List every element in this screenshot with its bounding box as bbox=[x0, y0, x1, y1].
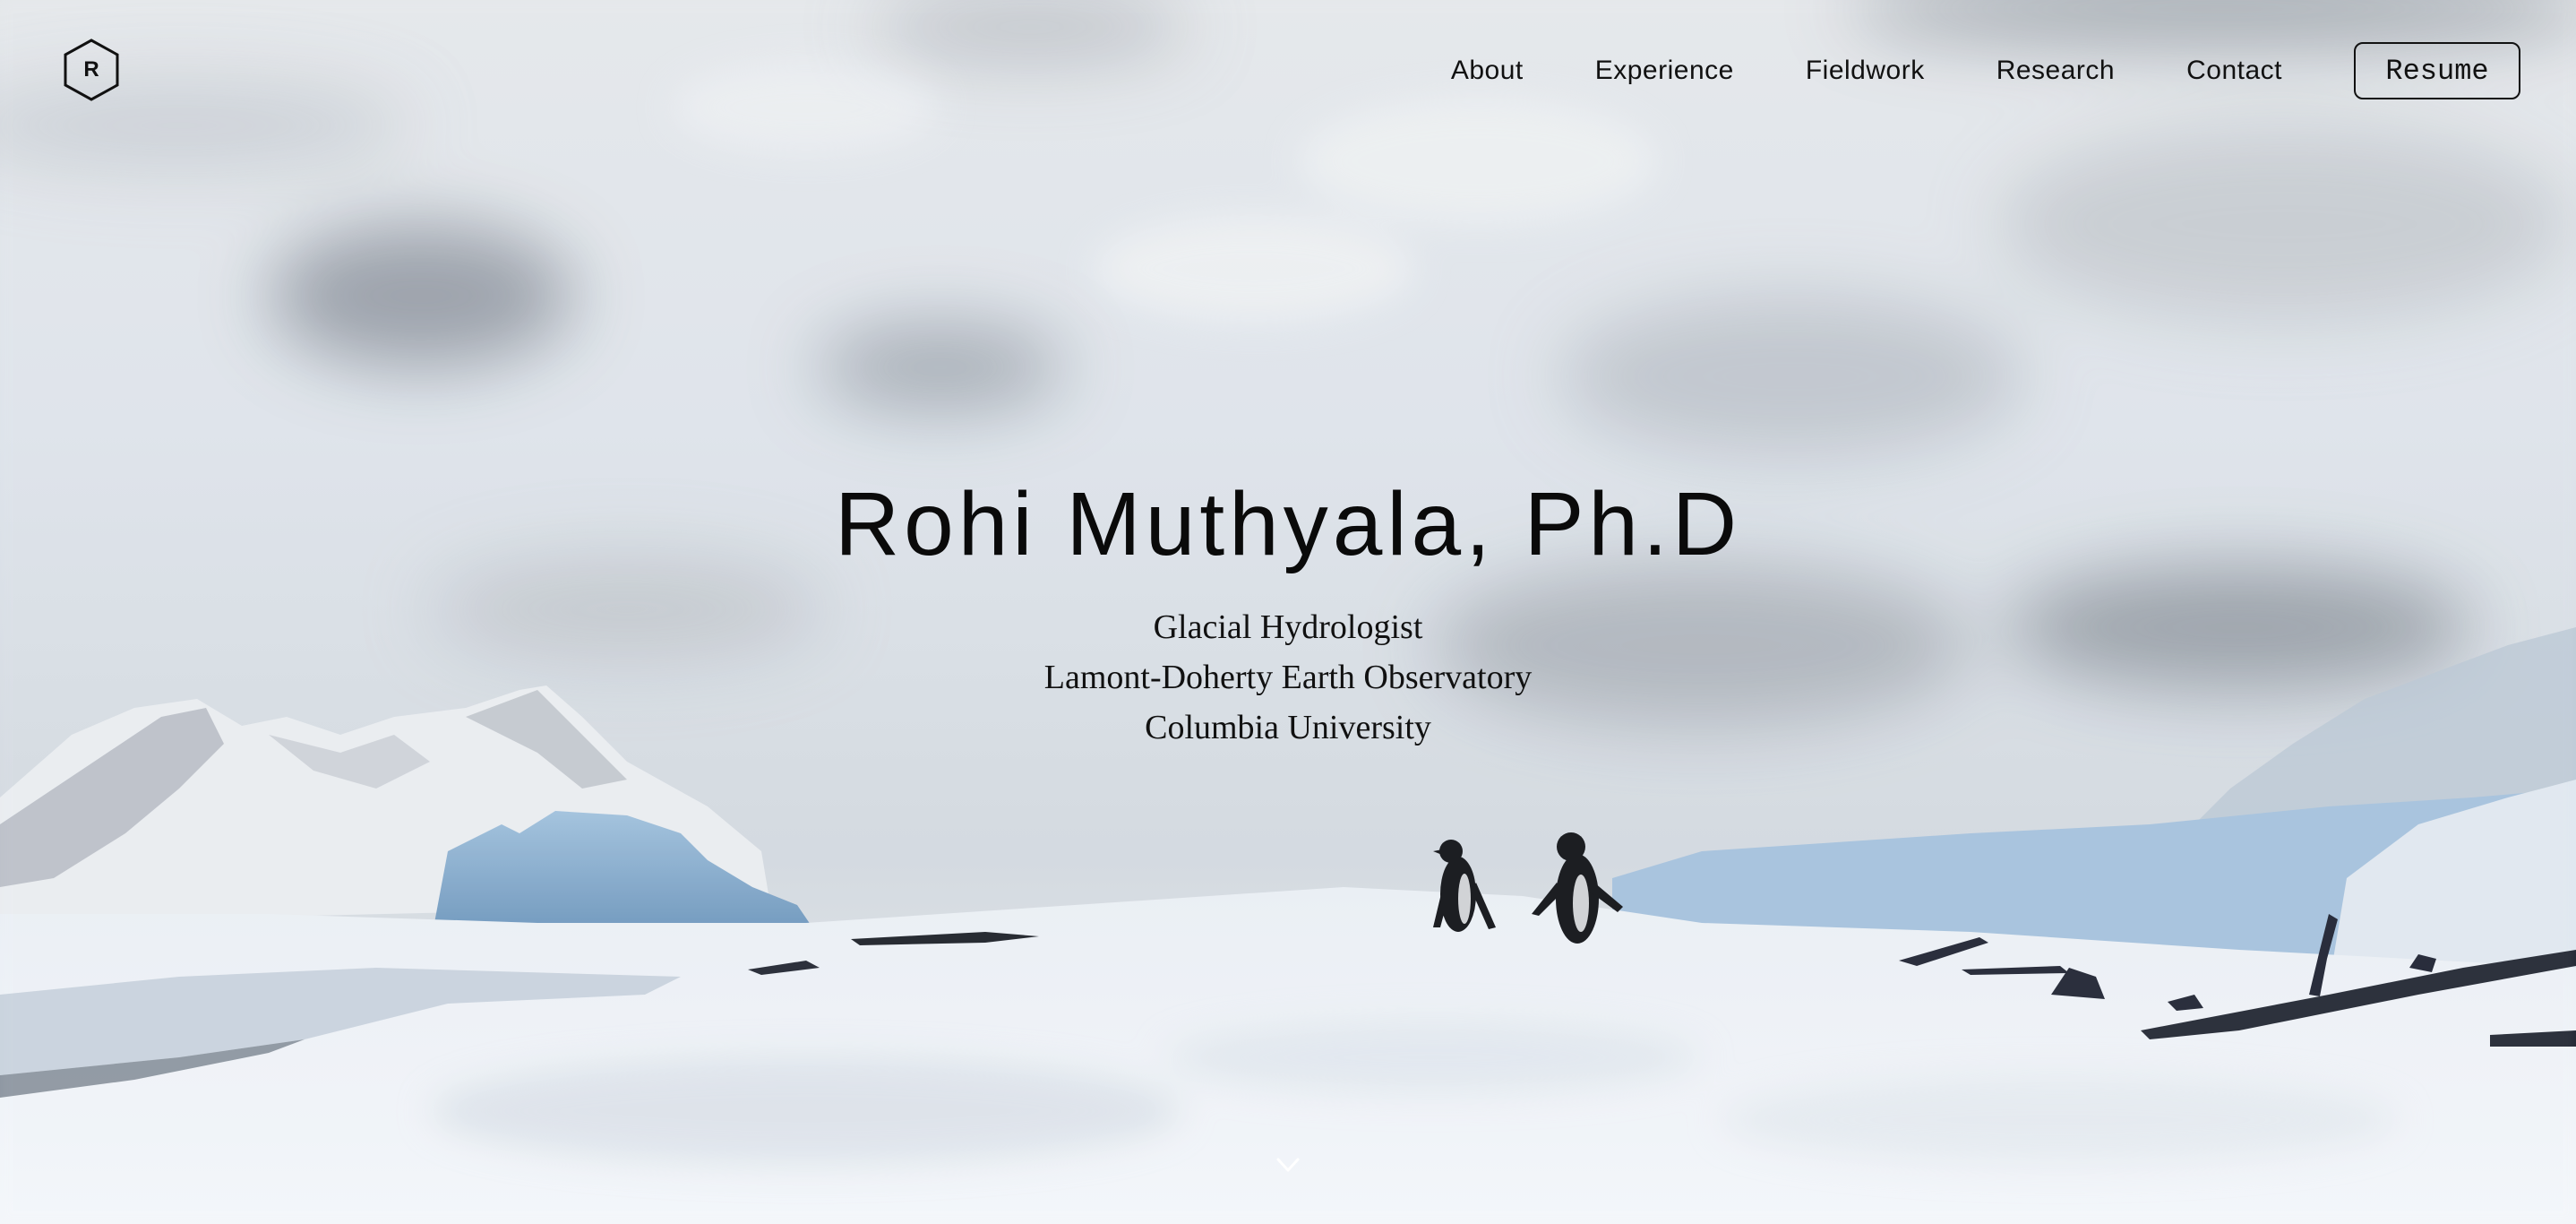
nav-link-about[interactable]: About bbox=[1451, 56, 1524, 86]
hero-heading-block: Rohi Muthyala, Ph.D Glacial Hydrologist … bbox=[0, 466, 2576, 753]
resume-button[interactable]: Resume bbox=[2354, 42, 2520, 99]
site-logo[interactable]: R bbox=[61, 38, 122, 102]
page-title: Rohi Muthyala, Ph.D bbox=[834, 474, 1742, 574]
subtitle-role: Glacial Hydrologist bbox=[1153, 608, 1423, 646]
nav-link-fieldwork[interactable]: Fieldwork bbox=[1806, 56, 1925, 86]
nav-link-experience[interactable]: Experience bbox=[1595, 56, 1734, 86]
subtitle-institution: Lamont-Doherty Earth Observatory bbox=[1043, 659, 1533, 696]
top-navigation: About Experience Fieldwork Research Cont… bbox=[1451, 39, 2576, 102]
subtitle-university: Columbia University bbox=[1145, 709, 1431, 746]
chevron-down-icon bbox=[1276, 1158, 1300, 1172]
scroll-down-button[interactable] bbox=[1274, 1154, 1302, 1176]
nav-link-contact[interactable]: Contact bbox=[2186, 56, 2282, 86]
logo-letter: R bbox=[83, 57, 99, 82]
nav-link-research[interactable]: Research bbox=[1996, 56, 2115, 86]
hero-subtitle: Glacial Hydrologist Lamont-Doherty Earth… bbox=[0, 602, 2576, 753]
